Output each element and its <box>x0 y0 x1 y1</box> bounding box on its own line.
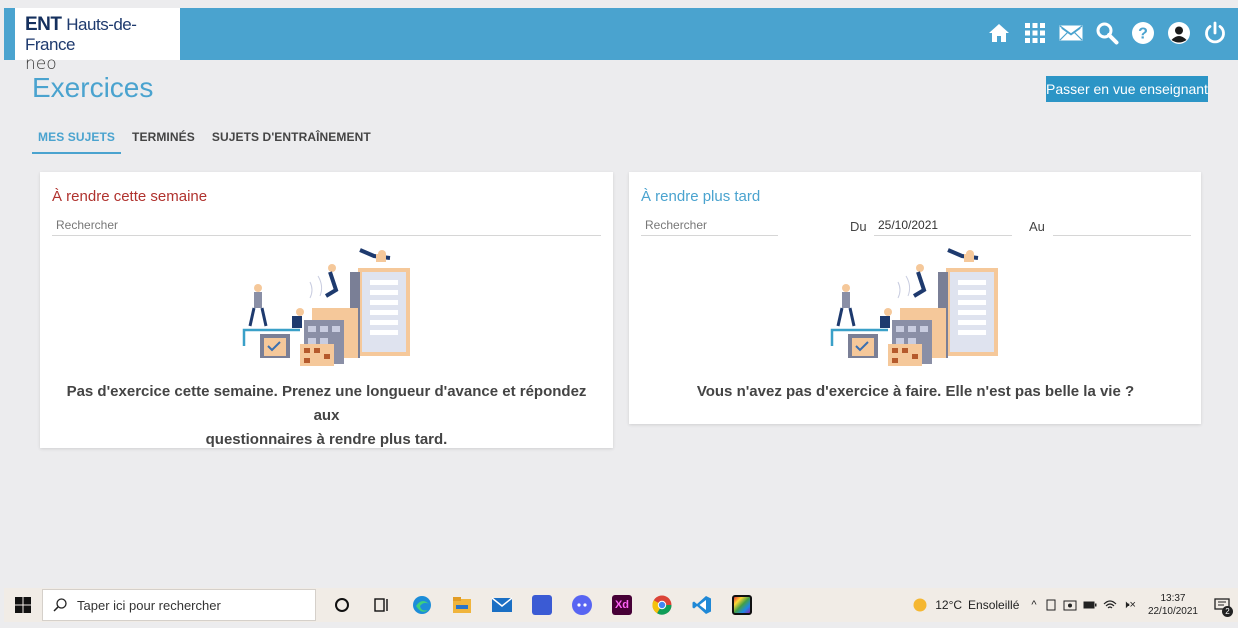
logo-ent: ENT <box>25 14 62 35</box>
vscode-icon[interactable] <box>682 588 722 622</box>
to-label: Au <box>1029 219 1045 234</box>
editor-app-icon[interactable] <box>522 588 562 622</box>
notification-center-icon[interactable]: 2 <box>1206 588 1238 622</box>
page-title: Exercices <box>32 72 154 103</box>
adobe-xd-icon[interactable]: Xd <box>602 588 642 622</box>
profile-icon[interactable] <box>1166 20 1192 46</box>
power-icon[interactable] <box>1202 20 1228 46</box>
chevron-up-icon[interactable]: ^ <box>1031 599 1036 611</box>
week-empty-message: Pas d'exercice cette semaine. Prenez une… <box>54 380 599 452</box>
later-empty-message: Vous n'avez pas d'exercice à faire. Elle… <box>696 383 1135 400</box>
tab-sujets-entrainement[interactable]: SUJETS D'ENTRAÎNEMENT <box>206 126 377 154</box>
battery-icon[interactable] <box>1083 600 1097 610</box>
sun-icon <box>913 598 927 612</box>
from-date-input[interactable] <box>874 216 1012 236</box>
weather-temp[interactable]: 12°C <box>935 598 962 612</box>
tab-termines[interactable]: TERMINÉS <box>126 126 201 154</box>
discord-icon[interactable] <box>562 588 602 622</box>
logo-sub: neo <box>25 54 57 74</box>
search-icon[interactable] <box>1094 20 1120 46</box>
mail-icon[interactable] <box>1058 20 1084 46</box>
apps-grid-icon[interactable] <box>1022 20 1048 46</box>
from-label: Du <box>850 219 867 234</box>
system-tray: 12°C Ensoleillé ^ 🕨× 13:37 22/10/2021 2 <box>913 588 1238 622</box>
taskbar-search-box[interactable]: Taper ici pour rechercher <box>42 589 316 621</box>
taskbar-clock[interactable]: 13:37 22/10/2021 <box>1148 592 1198 618</box>
week-search-input[interactable] <box>52 216 601 236</box>
onedrive-icon[interactable] <box>1063 599 1077 611</box>
clock-date: 22/10/2021 <box>1147 606 1198 617</box>
help-icon[interactable]: ? <box>1130 20 1156 46</box>
week-card: À rendre cette semaine Pas d'exercice ce… <box>40 172 613 448</box>
taskbar-search-icon <box>53 598 67 612</box>
empty-exercises-illustration <box>242 248 410 366</box>
ent-logo[interactable]: ENT Hauts-de-France neo <box>15 8 180 73</box>
home-icon[interactable] <box>986 20 1012 46</box>
notification-badge: 2 <box>1222 606 1233 617</box>
weather-text[interactable]: Ensoleillé <box>968 598 1019 612</box>
file-explorer-icon[interactable] <box>442 588 482 622</box>
task-view-icon[interactable] <box>362 588 402 622</box>
windows-start-icon[interactable] <box>4 588 42 622</box>
image-app-icon[interactable] <box>722 588 762 622</box>
later-card-title: À rendre plus tard <box>641 188 761 205</box>
windows-taskbar: Taper ici pour rechercher Xd 12°C Ensole… <box>4 588 1238 622</box>
svg-text:?: ? <box>1138 26 1148 43</box>
week-card-title: À rendre cette semaine <box>52 188 208 205</box>
top-bar: ENT Hauts-de-France neo ? <box>4 8 1238 73</box>
empty-exercises-illustration <box>830 248 998 366</box>
clock-time: 13:37 <box>1160 593 1186 604</box>
volume-muted-icon[interactable]: 🕨× <box>1123 599 1136 612</box>
later-card: À rendre plus tard Du Au Vous n'avez pas… <box>629 172 1201 424</box>
teacher-view-button[interactable]: Passer en vue enseignant <box>1046 76 1208 102</box>
taskbar-search-placeholder: Taper ici pour rechercher <box>77 597 221 613</box>
week-empty-line2: questionnaires à rendre plus tard. <box>205 431 448 448</box>
week-empty-line1: Pas d'exercice cette semaine. Prenez une… <box>66 383 587 424</box>
edge-icon[interactable] <box>402 588 442 622</box>
device-icon[interactable] <box>1045 599 1057 611</box>
later-search-input[interactable] <box>641 216 778 236</box>
tab-bar: MES SUJETS TERMINÉS SUJETS D'ENTRAÎNEMEN… <box>32 126 382 154</box>
chrome-icon[interactable] <box>642 588 682 622</box>
to-date-input[interactable] <box>1053 216 1191 236</box>
mail-app-icon[interactable] <box>482 588 522 622</box>
wifi-icon[interactable] <box>1103 599 1117 611</box>
cortana-icon[interactable] <box>322 588 362 622</box>
tab-mes-sujets[interactable]: MES SUJETS <box>32 126 122 154</box>
